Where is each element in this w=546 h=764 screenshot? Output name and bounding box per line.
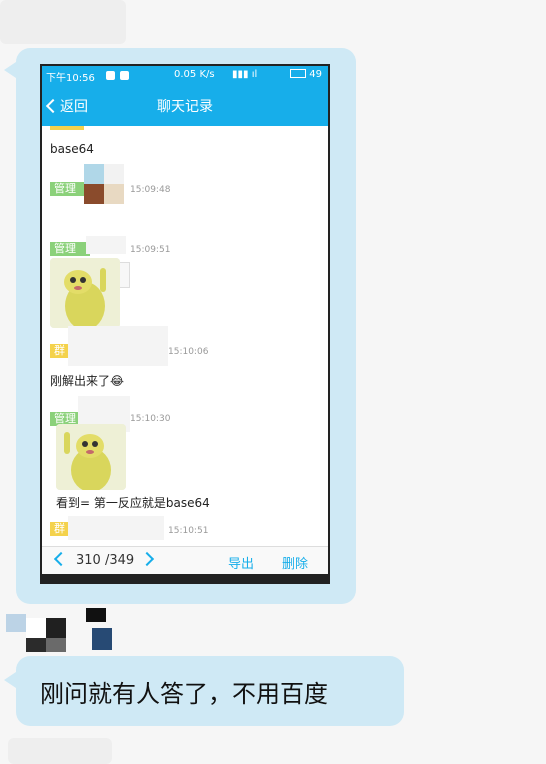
redacted-name xyxy=(86,236,126,254)
pager-bar: 310 /349 导出 删除 xyxy=(42,546,328,574)
group-tag: 群 xyxy=(50,344,68,358)
sticker-image[interactable] xyxy=(50,258,120,328)
message-text: 看到= 第一反应就是base64 xyxy=(56,496,210,510)
avatar[interactable] xyxy=(6,608,112,652)
page-title: 聊天记录 xyxy=(157,99,213,115)
redacted-name xyxy=(68,516,164,540)
battery-level: 49 xyxy=(290,69,322,80)
partial-tag xyxy=(50,126,84,130)
admin-tag: 管理 xyxy=(50,242,90,256)
message-time: 15:10:51 xyxy=(168,526,209,536)
message-text: 刚解出来了😂 xyxy=(50,374,125,388)
battery-icon xyxy=(290,69,307,78)
message-time: 15:10:06 xyxy=(168,347,209,357)
message-time: 15:10:30 xyxy=(130,414,171,424)
status-time: 下午10:56 xyxy=(46,73,95,84)
shield-icon xyxy=(106,71,115,80)
message-text: base64 xyxy=(50,142,94,156)
export-button[interactable]: 导出 xyxy=(228,553,254,572)
message-text: 刚问就有人答了，不用百度 xyxy=(40,680,328,708)
delete-button[interactable]: 删除 xyxy=(282,553,308,572)
prev-page-button[interactable] xyxy=(53,551,69,567)
message-time: 15:09:51 xyxy=(130,245,171,255)
title-bar: 返回 聊天记录 xyxy=(42,86,328,126)
shared-screenshot[interactable]: 下午10:56 0.05 K/s ▮▮▮ ıl 49 返回 聊天记录 base6… xyxy=(40,64,330,584)
redacted-area-bottom xyxy=(8,738,112,764)
chat-history[interactable]: base64 管理 15:09:48 w2lzdm1_2_85c3 管理 15:… xyxy=(42,126,328,546)
page-total: /349 xyxy=(104,553,135,568)
group-tag: 群 xyxy=(50,522,68,536)
redacted-area-top xyxy=(0,0,126,44)
image-icon xyxy=(120,71,129,80)
network-speed: 0.05 K/s xyxy=(174,69,215,80)
redacted-name xyxy=(68,326,168,366)
sticker-image[interactable] xyxy=(56,424,126,490)
redacted-avatar xyxy=(84,164,124,204)
page-indicator: 310 /349 xyxy=(76,553,134,568)
message-time: 15:09:48 xyxy=(130,185,171,195)
next-page-button[interactable] xyxy=(139,551,155,567)
text-message-bubble[interactable]: 刚问就有人答了，不用百度 xyxy=(4,656,404,726)
phone-screen: 下午10:56 0.05 K/s ▮▮▮ ıl 49 返回 聊天记录 base6… xyxy=(42,66,328,574)
page-current[interactable]: 310 xyxy=(76,553,101,568)
signal-icon: ▮▮▮ ıl xyxy=(232,69,258,80)
status-bar: 下午10:56 0.05 K/s ▮▮▮ ıl 49 xyxy=(42,66,328,86)
